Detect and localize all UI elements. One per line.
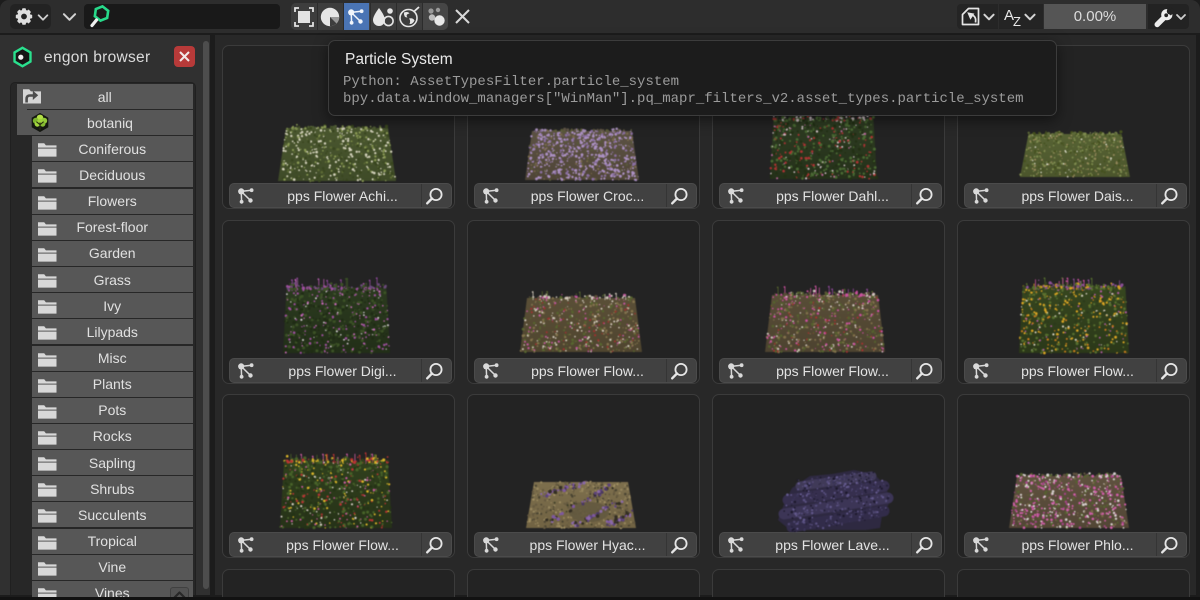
svg-text:Z: Z [1013, 14, 1021, 29]
